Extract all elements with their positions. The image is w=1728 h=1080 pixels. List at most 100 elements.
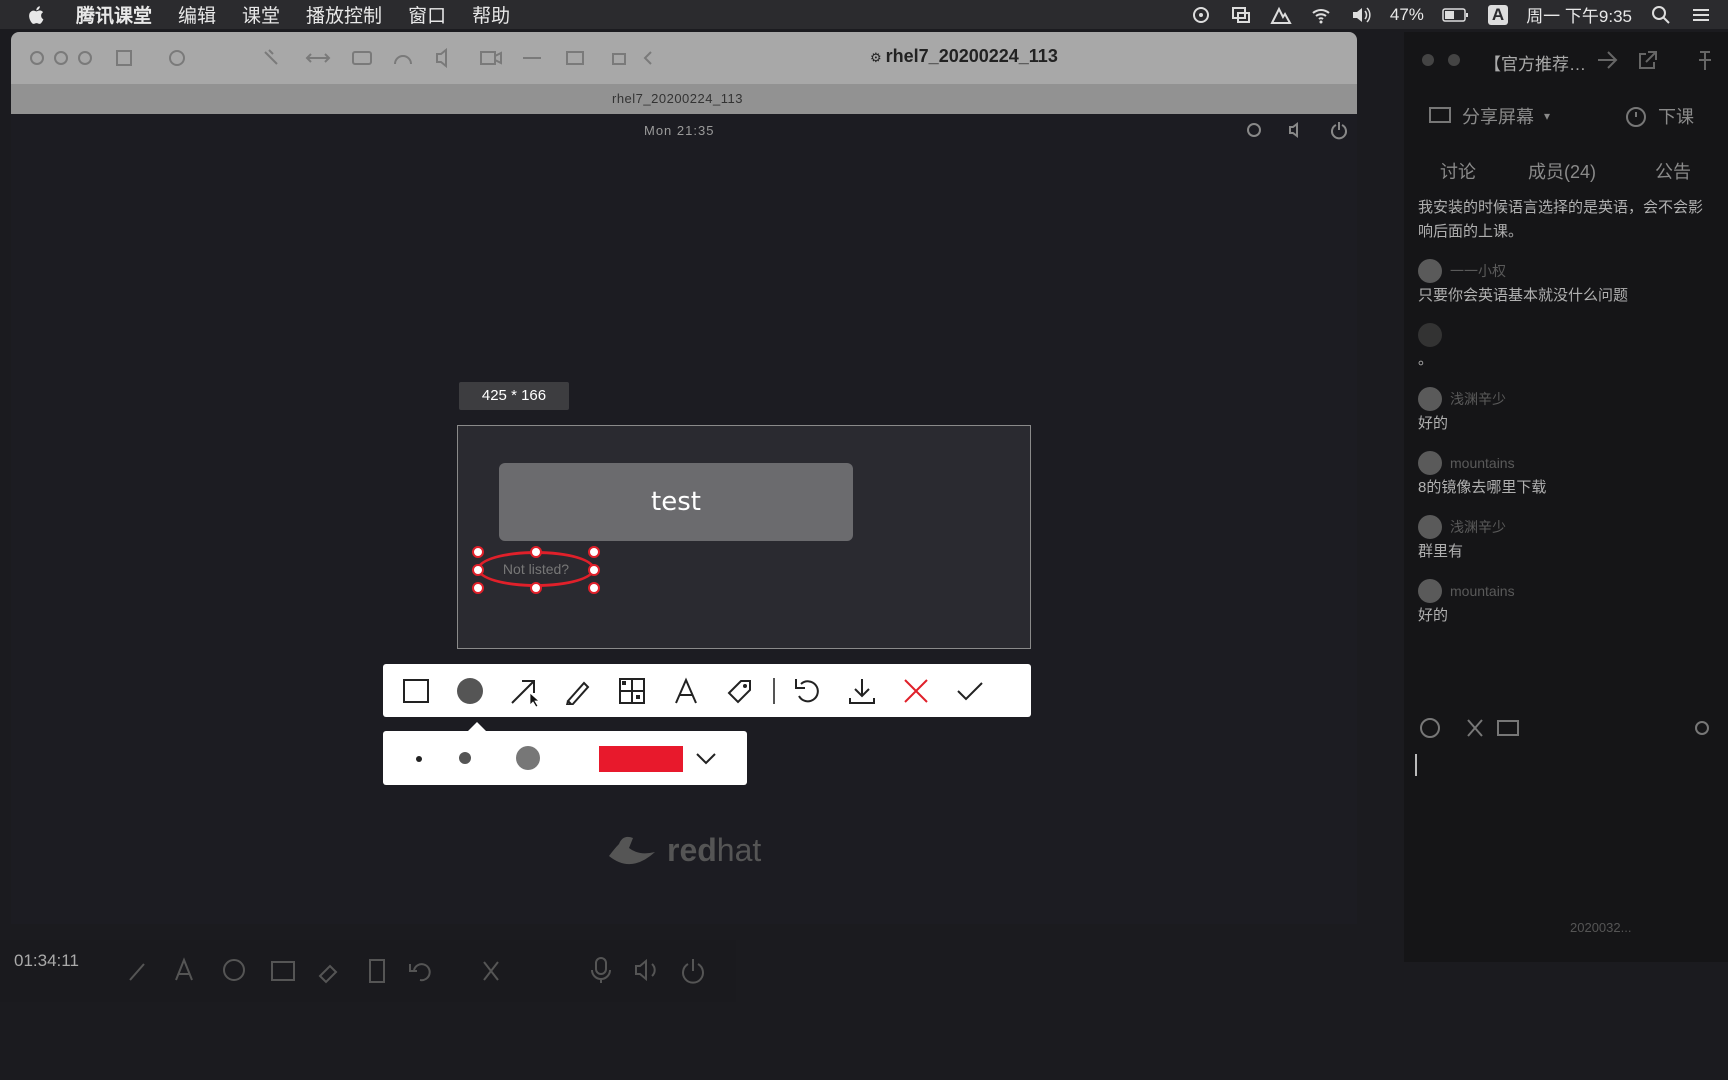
chat-message-text: 群里有 bbox=[1418, 543, 1464, 560]
selection-size-label: 425 * 166 bbox=[459, 382, 569, 410]
confirm-button[interactable] bbox=[943, 664, 997, 717]
menubar-datetime[interactable]: 周一 下午9:35 bbox=[1526, 2, 1632, 27]
battery-icon[interactable] bbox=[1442, 5, 1470, 25]
stroke-size-large[interactable] bbox=[515, 745, 541, 771]
arrow-tool[interactable] bbox=[497, 664, 551, 717]
panel-header-icons[interactable] bbox=[1596, 48, 1716, 72]
chat-message-text: 我安装的时候语言选择的是英语，会不会影响后面的上课。 bbox=[1418, 199, 1704, 240]
ellipse-tool[interactable] bbox=[443, 664, 497, 717]
chat-message-user bbox=[1418, 322, 1708, 348]
undo-icon bbox=[795, 678, 819, 702]
chat-message-user: 浅渊辛少 bbox=[1418, 386, 1708, 412]
wifi-icon[interactable] bbox=[1310, 5, 1332, 25]
flower-icon[interactable] bbox=[1190, 5, 1212, 25]
resize-handle[interactable] bbox=[588, 582, 600, 594]
course-title[interactable]: 【官方推荐… bbox=[1484, 50, 1586, 75]
battery-percent: 47% bbox=[1389, 4, 1424, 24]
undo-button[interactable] bbox=[781, 664, 835, 717]
cancel-button[interactable] bbox=[889, 664, 943, 717]
control-center-icon[interactable] bbox=[1690, 5, 1712, 25]
share-screen-button[interactable]: 分享屏幕 ▾ bbox=[1428, 103, 1550, 129]
avatar[interactable] bbox=[1418, 515, 1442, 539]
chat-message-user: 一一小权 bbox=[1418, 258, 1708, 284]
stroke-size-small[interactable] bbox=[410, 750, 428, 768]
avatar[interactable] bbox=[1418, 387, 1442, 411]
checkmark-icon bbox=[957, 681, 983, 700]
resize-handle[interactable] bbox=[472, 564, 484, 576]
resize-handle[interactable] bbox=[588, 564, 600, 576]
gnome-clock[interactable]: Mon 21:35 bbox=[644, 123, 714, 138]
text-tool[interactable] bbox=[659, 664, 713, 717]
end-class-button[interactable]: 下课 bbox=[1624, 103, 1694, 129]
pen-tool[interactable] bbox=[551, 664, 605, 717]
tab-discussion[interactable]: 讨论 bbox=[1440, 158, 1476, 184]
vm-title-icon: ⚙ bbox=[870, 50, 882, 65]
menu-edit[interactable]: 编辑 bbox=[178, 1, 216, 28]
chat-list: 我安装的时候语言选择的是英语，会不会影响后面的上课。 一一小权 只要你会英语基本… bbox=[1418, 196, 1708, 642]
resize-handle[interactable] bbox=[472, 546, 484, 558]
pen-icon bbox=[565, 681, 590, 705]
not-listed-link[interactable]: Not listed? bbox=[503, 561, 569, 577]
tab-members[interactable]: 成员(24) bbox=[1528, 158, 1596, 184]
avatar[interactable] bbox=[1418, 323, 1442, 347]
color-swatch[interactable] bbox=[599, 746, 683, 772]
control-bar-icons[interactable] bbox=[124, 954, 724, 994]
chat-input-toolbar bbox=[1420, 718, 1709, 738]
resize-handle[interactable] bbox=[472, 582, 484, 594]
redhat-logo-text: redhat bbox=[667, 832, 762, 868]
chat-message-user: mountains bbox=[1418, 578, 1708, 604]
rectangle-tool[interactable] bbox=[389, 664, 443, 717]
vm-toolbar-icons[interactable] bbox=[25, 44, 725, 74]
vm-toolbar bbox=[11, 32, 1357, 84]
redhat-logo-icon bbox=[609, 836, 655, 865]
resize-handle[interactable] bbox=[588, 546, 600, 558]
vm-window-title: ⚙ rhel7_20200224_113 bbox=[870, 46, 1058, 66]
test-user-label: test bbox=[651, 487, 701, 517]
window-controls-icon[interactable] bbox=[1418, 50, 1468, 70]
settings-icon bbox=[1695, 721, 1709, 735]
apple-icon[interactable] bbox=[26, 4, 48, 26]
class-control-bar bbox=[0, 940, 736, 1002]
toolbar-divider bbox=[773, 677, 775, 704]
tag-tool[interactable] bbox=[713, 664, 767, 717]
timer-icon bbox=[1626, 107, 1646, 127]
avatar[interactable] bbox=[1418, 451, 1442, 475]
avatar[interactable] bbox=[1418, 259, 1442, 283]
mosaic-icon bbox=[619, 677, 645, 704]
rectangle-icon bbox=[403, 678, 429, 703]
annotation-toolbar bbox=[383, 664, 1031, 717]
input-method-indicator[interactable]: A bbox=[1487, 4, 1509, 25]
tab-announcements[interactable]: 公告 bbox=[1655, 158, 1691, 184]
vm-tab-title[interactable]: rhel7_20200224_113 bbox=[612, 91, 743, 106]
menu-classroom[interactable]: 课堂 bbox=[242, 1, 280, 28]
resize-handle[interactable] bbox=[530, 546, 542, 558]
resize-handle[interactable] bbox=[530, 582, 542, 594]
chat-message-text: 好的 bbox=[1418, 607, 1449, 624]
chat-message-user: 浅渊辛少 bbox=[1418, 514, 1708, 540]
chat-input-field[interactable] bbox=[1415, 754, 1417, 776]
arrow-icon bbox=[511, 679, 540, 707]
menu-help[interactable]: 帮助 bbox=[472, 1, 510, 28]
download-icon bbox=[849, 678, 875, 704]
chat-message-text: 8的镜像去哪里下载 bbox=[1418, 479, 1547, 496]
gnome-status-icons[interactable] bbox=[1244, 120, 1354, 140]
stroke-size-medium[interactable] bbox=[455, 748, 475, 768]
close-icon bbox=[904, 678, 928, 703]
search-icon[interactable] bbox=[1650, 5, 1672, 25]
menu-window[interactable]: 窗口 bbox=[408, 1, 446, 28]
class-timer: 01:34:11 bbox=[14, 951, 79, 970]
mosaic-tool[interactable] bbox=[605, 664, 659, 717]
avatar[interactable] bbox=[1418, 579, 1442, 603]
dropdown-caret-icon: ▾ bbox=[1544, 109, 1551, 123]
menu-app-name[interactable]: 腾讯课堂 bbox=[76, 1, 152, 28]
test-user-button[interactable]: test bbox=[499, 463, 853, 541]
mountain-icon[interactable] bbox=[1270, 5, 1292, 25]
volume-icon[interactable] bbox=[1350, 5, 1372, 25]
chat-message-text: 只要你会英语基本就没什么问题 bbox=[1418, 287, 1629, 304]
tag-icon bbox=[727, 679, 751, 703]
chat-message-text: 。 bbox=[1418, 351, 1434, 368]
menu-playback[interactable]: 播放控制 bbox=[306, 1, 382, 28]
chevron-down-icon[interactable] bbox=[695, 748, 717, 770]
screen-mirror-icon[interactable] bbox=[1230, 5, 1252, 25]
download-button[interactable] bbox=[835, 664, 889, 717]
